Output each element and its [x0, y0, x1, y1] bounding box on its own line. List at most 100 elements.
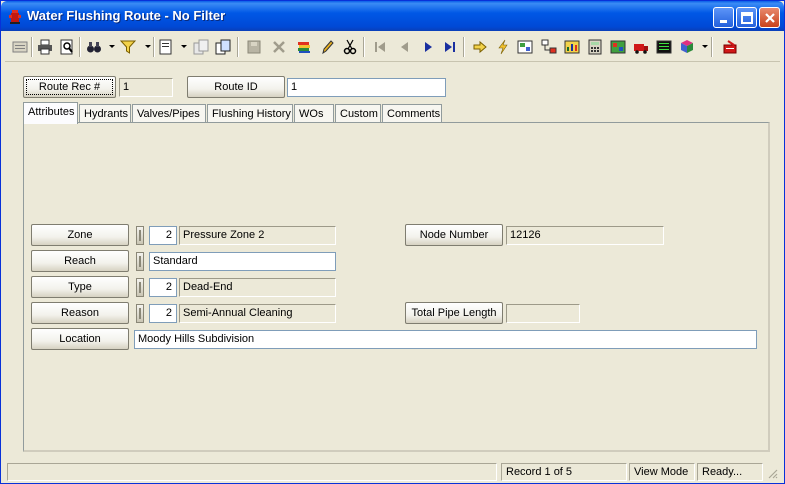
- maximize-button[interactable]: [736, 7, 757, 28]
- reach-lookup-handle[interactable]: [136, 252, 144, 271]
- status-state: Ready...: [697, 463, 763, 481]
- last-record-button[interactable]: [441, 37, 459, 57]
- tab-wos[interactable]: WOs: [294, 104, 334, 124]
- status-mode: View Mode: [629, 463, 695, 481]
- status-record-position: Record 1 of 5: [501, 463, 627, 481]
- reason-button[interactable]: Reason: [31, 302, 129, 324]
- close-button[interactable]: [759, 7, 780, 28]
- minimize-icon: [720, 20, 727, 23]
- zone-button[interactable]: Zone: [31, 224, 129, 246]
- binoculars-icon: [87, 42, 101, 53]
- edit-pencil-icon: [322, 40, 334, 55]
- report-button[interactable]: [655, 37, 673, 57]
- lightning-icon: [498, 39, 508, 55]
- truck-icon: [634, 44, 648, 54]
- list-icon: [12, 41, 28, 53]
- next-record-button[interactable]: [419, 37, 437, 57]
- reason-code-field[interactable]: 2: [149, 304, 177, 323]
- grid-view-button[interactable]: [609, 37, 627, 57]
- edit-button[interactable]: [318, 37, 336, 57]
- reach-button[interactable]: Reach: [31, 250, 129, 272]
- app-window: Water Flushing Route - No Filter Route R…: [0, 0, 785, 484]
- route-id-field[interactable]: 1: [287, 78, 446, 97]
- route-rec-button[interactable]: Route Rec #: [23, 76, 116, 98]
- delete-button[interactable]: [270, 37, 288, 57]
- tab-attributes[interactable]: Attributes: [23, 102, 78, 124]
- map-button[interactable]: [516, 37, 534, 57]
- print-button[interactable]: [36, 37, 54, 57]
- calculator-icon: [588, 39, 602, 55]
- book-dropdown[interactable]: [702, 45, 708, 48]
- previous-record-button[interactable]: [395, 37, 413, 57]
- location-field[interactable]: Moody Hills Subdivision: [134, 330, 757, 349]
- tab-hydrants[interactable]: Hydrants: [79, 104, 131, 124]
- location-button[interactable]: Location: [31, 328, 129, 350]
- save-icon: [247, 40, 261, 54]
- reason-lookup-handle[interactable]: [136, 304, 144, 323]
- hierarchy-icon: [541, 39, 557, 54]
- find-dropdown[interactable]: [109, 45, 115, 48]
- close-icon: [765, 13, 775, 23]
- reason-description-field: Semi-Annual Cleaning: [179, 304, 336, 323]
- zone-lookup-handle[interactable]: [136, 226, 144, 245]
- exit-button[interactable]: [721, 37, 739, 57]
- maximize-icon: [741, 12, 753, 24]
- zone-code-field[interactable]: 2: [149, 226, 177, 245]
- tab-custom[interactable]: Custom: [335, 104, 381, 124]
- filter-icon: [120, 40, 136, 54]
- copy-icon: [193, 39, 209, 55]
- save-button[interactable]: [245, 37, 263, 57]
- node-number-button[interactable]: Node Number: [405, 224, 503, 246]
- hierarchy-button[interactable]: [540, 37, 558, 57]
- filter-button[interactable]: [119, 37, 137, 57]
- go-button[interactable]: [471, 37, 489, 57]
- status-bar: Record 1 of 5 View Mode Ready...: [5, 463, 780, 481]
- tab-flushing-history[interactable]: Flushing History: [207, 104, 293, 124]
- type-code-field[interactable]: 2: [149, 278, 177, 297]
- map-icon: [517, 40, 533, 54]
- copy-button[interactable]: [192, 37, 210, 57]
- type-description-field: Dead-End: [179, 278, 336, 297]
- node-number-field: 12126: [506, 226, 664, 245]
- find-button[interactable]: [85, 37, 103, 57]
- grid-icon: [610, 40, 626, 54]
- exit-icon: [723, 40, 737, 54]
- new-record-button[interactable]: [157, 37, 175, 57]
- chart-button[interactable]: [563, 37, 581, 57]
- route-rec-field: 1: [119, 78, 173, 97]
- next-record-icon: [425, 42, 432, 52]
- book-icon: [681, 40, 693, 53]
- stack-button[interactable]: [295, 37, 313, 57]
- filter-dropdown[interactable]: [145, 45, 151, 48]
- truck-button[interactable]: [632, 37, 650, 57]
- lightning-button[interactable]: [494, 37, 512, 57]
- type-lookup-handle[interactable]: [136, 278, 144, 297]
- new-record-icon: [159, 39, 172, 55]
- new-record-dropdown[interactable]: [181, 45, 187, 48]
- total-pipe-length-button[interactable]: Total Pipe Length: [405, 302, 503, 324]
- resize-grip-icon[interactable]: [766, 467, 778, 479]
- list-button[interactable]: [11, 37, 29, 57]
- print-preview-button[interactable]: [58, 37, 76, 57]
- calculator-button[interactable]: [586, 37, 604, 57]
- cut-button[interactable]: [341, 37, 359, 57]
- toolbar: [5, 32, 780, 62]
- first-record-button[interactable]: [371, 37, 389, 57]
- reach-field[interactable]: Standard: [149, 252, 336, 271]
- type-button[interactable]: Type: [31, 276, 129, 298]
- tab-comments[interactable]: Comments: [382, 104, 442, 124]
- zone-description-field: Pressure Zone 2: [179, 226, 336, 245]
- route-id-button[interactable]: Route ID: [187, 76, 285, 98]
- print-icon: [38, 39, 52, 55]
- book-button[interactable]: [678, 37, 696, 57]
- first-record-icon: [375, 42, 385, 52]
- report-icon: [656, 40, 672, 54]
- hydrant-app-icon: [9, 10, 21, 24]
- tab-valves-pipes[interactable]: Valves/Pipes: [132, 104, 206, 124]
- print-preview-icon: [60, 39, 73, 55]
- stack-icon: [298, 42, 310, 53]
- title-bar[interactable]: Water Flushing Route - No Filter: [1, 1, 784, 31]
- duplicate-button[interactable]: [214, 37, 232, 57]
- previous-record-icon: [401, 42, 408, 52]
- minimize-button[interactable]: [713, 7, 734, 28]
